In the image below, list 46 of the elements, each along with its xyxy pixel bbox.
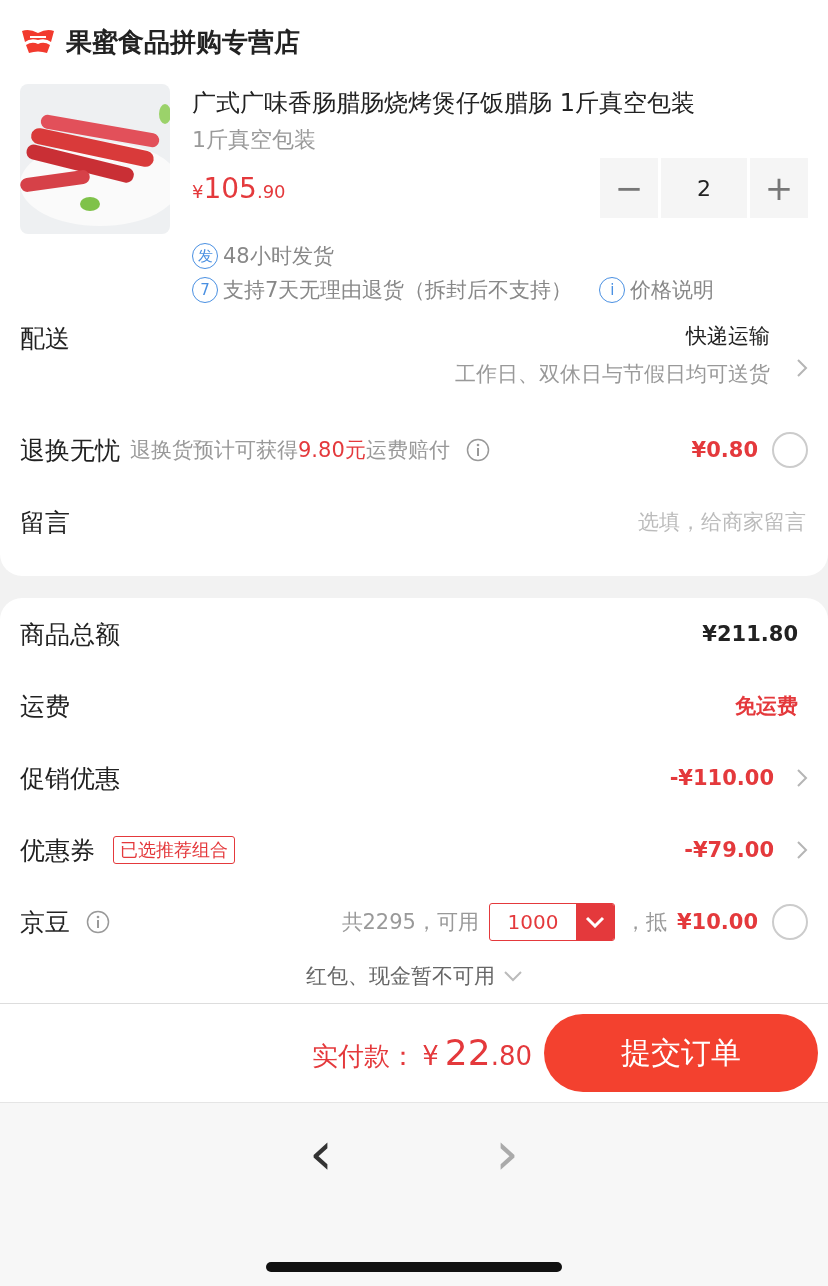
- delivery-method[interactable]: 快递运输: [686, 322, 770, 350]
- price-note-link[interactable]: 价格说明: [630, 276, 715, 304]
- radio-button[interactable]: [772, 432, 808, 468]
- message-label: 留言: [20, 506, 70, 539]
- beans-amount-dropdown[interactable]: 1000: [488, 903, 615, 941]
- service-text: 48小时发货: [223, 243, 334, 270]
- decrease-button[interactable]: −: [600, 158, 658, 218]
- wallet-unavailable-note[interactable]: 红包、现金暂不可用: [305, 962, 495, 990]
- chevron-down-icon[interactable]: [502, 970, 523, 982]
- increase-button[interactable]: +: [750, 158, 808, 218]
- forward-button[interactable]: ›: [489, 1122, 525, 1184]
- summary-label: 促销优惠: [20, 762, 120, 795]
- beans-label: 京豆: [20, 906, 70, 939]
- quantity-field[interactable]: 2: [661, 158, 747, 218]
- return-insurance-label: 退换无忧: [20, 434, 120, 467]
- summary-value: 免运费: [735, 693, 798, 720]
- chevron-right-icon[interactable]: [796, 840, 808, 860]
- store-name[interactable]: 果蜜食品拼购专营店: [66, 24, 300, 60]
- info-icon[interactable]: [465, 438, 490, 462]
- store-logo-icon: [20, 28, 56, 56]
- chevron-down-icon: [584, 916, 605, 928]
- back-button[interactable]: ‹: [303, 1122, 339, 1184]
- return-insurance-price: ¥0.80: [691, 438, 758, 462]
- summary-value: ¥211.80: [702, 622, 798, 646]
- coupon-tag: 已选推荐组合: [113, 836, 235, 864]
- summary-value: -¥79.00: [684, 838, 774, 862]
- total-payment: 实付款： ¥ 22.80: [312, 1032, 532, 1074]
- service-text: 支持7天无理由退货（拆封后不支持）: [223, 277, 573, 304]
- delivery-note: 工作日、双休日与节假日均可送货: [455, 361, 770, 388]
- delivery-label: 配送: [20, 323, 70, 355]
- beans-offset-value: ¥10.00: [676, 910, 758, 934]
- chevron-right-icon[interactable]: [796, 768, 808, 788]
- return-insurance-description: 退换货预计可获得9.80元运费赔付: [130, 437, 450, 464]
- summary-label: 优惠券: [20, 834, 95, 867]
- radio-button[interactable]: [772, 904, 808, 940]
- product-title: 广式广味香肠腊肠烧烤煲仔饭腊肠 1斤真空包装: [192, 88, 696, 119]
- beans-total: 共2295，可用: [341, 909, 479, 936]
- beans-offset-label: ，抵: [624, 909, 667, 936]
- submit-order-button[interactable]: 提交订单: [544, 1014, 818, 1092]
- summary-label: 商品总额: [20, 618, 120, 651]
- info-icon[interactable]: [86, 910, 110, 934]
- product-price: ¥105.90: [192, 171, 286, 205]
- summary-value: -¥110.00: [669, 766, 774, 790]
- chevron-right-icon[interactable]: [796, 358, 808, 378]
- product-spec: 1斤真空包装: [192, 126, 317, 154]
- summary-label: 运费: [20, 690, 70, 723]
